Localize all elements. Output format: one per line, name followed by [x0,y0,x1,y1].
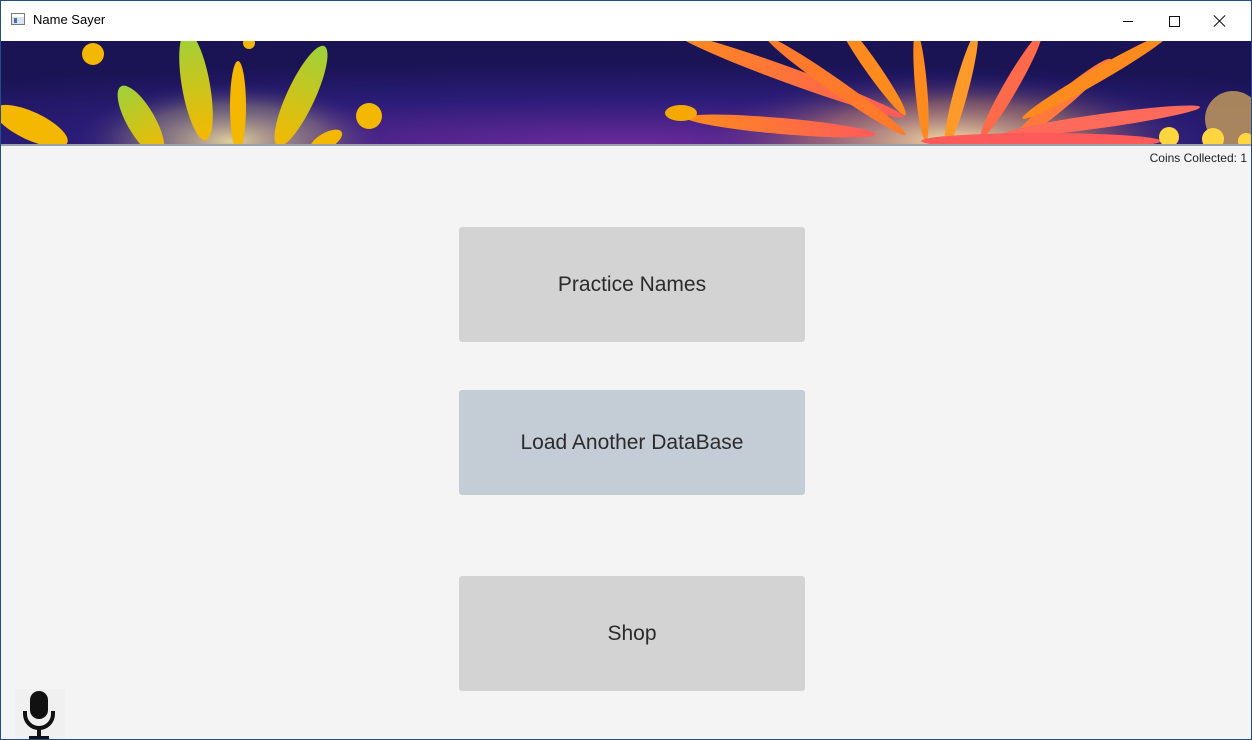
practice-names-button[interactable]: Practice Names [459,227,805,342]
close-icon [1214,15,1226,27]
close-button[interactable] [1197,1,1243,41]
app-window-icon [11,13,25,25]
load-database-label: Load Another DataBase [520,430,744,454]
shop-button[interactable]: Shop [459,576,805,691]
fireworks-banner [1,41,1251,146]
maximize-icon [1168,15,1180,27]
load-database-button[interactable]: Load Another DataBase [459,390,805,495]
minimize-button[interactable] [1105,1,1151,41]
microphone-icon [23,691,55,739]
shop-label: Shop [607,621,657,645]
minimize-icon [1123,20,1133,22]
window-title: Name Sayer [33,12,106,27]
coins-collected-label: Coins Collected: 1 [1149,151,1247,165]
maximize-button[interactable] [1151,1,1197,41]
microphone-button[interactable] [15,689,65,739]
app-window: Name Sayer Coins Collected: 1 Practice N… [0,0,1252,740]
title-bar[interactable]: Name Sayer [1,1,1251,41]
practice-names-label: Practice Names [557,272,707,296]
